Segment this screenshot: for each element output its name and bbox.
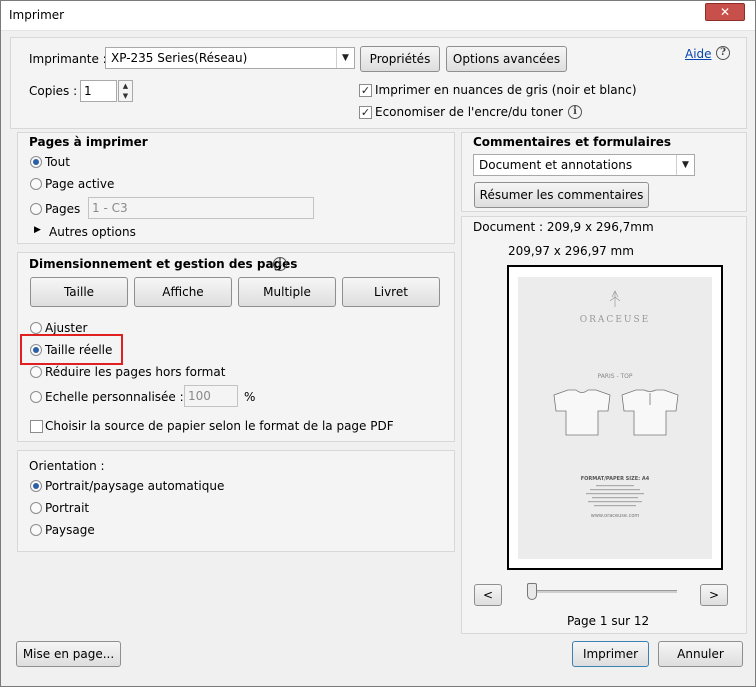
orientation-portrait-label: Portrait <box>45 501 90 515</box>
orientation-landscape-radio[interactable] <box>30 524 42 536</box>
close-button[interactable]: ✕ <box>705 3 745 21</box>
orientation-auto-label: Portrait/paysage automatique <box>45 479 225 493</box>
booklet-tab-button[interactable]: Livret <box>342 277 440 307</box>
page-setup-button[interactable]: Mise en page... <box>16 641 121 667</box>
orientation-landscape-label: Paysage <box>45 523 95 537</box>
orientation-portrait-radio[interactable] <box>30 502 42 514</box>
save-ink-label: Economiser de l'encre/du toner <box>375 105 564 119</box>
printer-select-value: XP-235 Series(Réseau) <box>111 51 248 65</box>
expand-triangle-icon[interactable]: ▶ <box>34 225 41 235</box>
format-line: FORMAT/PAPER SIZE: A4 <box>580 476 650 482</box>
help-icon[interactable]: ? <box>716 46 730 60</box>
pages-range-radio[interactable] <box>30 203 42 215</box>
percent-label: % <box>244 390 256 404</box>
multiple-tab-button[interactable]: Multiple <box>238 277 336 307</box>
choose-paper-label: Choisir la source de papier selon le for… <box>45 419 394 433</box>
comments-select[interactable]: Document et annotations ▼ <box>473 154 695 176</box>
sizing-info-icon[interactable]: i <box>273 257 287 271</box>
fit-label: Ajuster <box>45 321 88 335</box>
title-bar: Imprimer ✕ <box>1 1 755 31</box>
orientation-auto-radio[interactable] <box>30 480 42 492</box>
copies-stepper[interactable]: ▲ ▼ <box>118 80 133 102</box>
custom-scale-label: Echelle personnalisée : <box>45 390 184 404</box>
print-dialog: Imprimer ✕ Imprimante : XP-235 Series(Ré… <box>0 0 756 687</box>
pages-range-label: Pages <box>45 202 81 216</box>
more-options-toggle[interactable]: Autres options <box>49 225 136 239</box>
actual-size-label: Taille réelle <box>45 343 113 357</box>
choose-paper-checkbox[interactable] <box>30 420 43 433</box>
brand-name: ORACEUSE <box>579 315 651 325</box>
info-icon[interactable]: i <box>568 105 582 119</box>
pages-current-label: Page active <box>45 177 115 191</box>
preview-page: ORACEUSE PARIS - TOP FORMAT/PAPER SIZE: … <box>518 277 712 559</box>
pages-current-radio[interactable] <box>30 178 42 190</box>
page-size-label: 209,97 x 296,97 mm <box>508 244 634 258</box>
comments-title: Commentaires et formulaires <box>473 135 672 149</box>
sizing-title: Dimensionnement et gestion des pages <box>29 257 298 271</box>
print-preview: ORACEUSE PARIS - TOP FORMAT/PAPER SIZE: … <box>507 265 723 570</box>
print-button[interactable]: Imprimer <box>572 641 649 667</box>
copies-label: Copies : <box>29 84 78 98</box>
advanced-options-button[interactable]: Options avancées <box>446 46 567 72</box>
fit-radio[interactable] <box>30 322 42 334</box>
copies-input[interactable]: 1 <box>80 80 117 102</box>
page-slider-thumb[interactable] <box>527 583 537 600</box>
chevron-down-icon: ▼ <box>676 155 694 175</box>
page-slider-track[interactable] <box>529 590 677 593</box>
stepper-down-icon[interactable]: ▼ <box>119 91 132 101</box>
window-title: Imprimer <box>9 8 65 22</box>
save-ink-checkbox[interactable]: ✓ <box>359 106 372 119</box>
cancel-button[interactable]: Annuler <box>658 641 743 667</box>
stepper-up-icon[interactable]: ▲ <box>119 81 132 91</box>
summarize-comments-button[interactable]: Résumer les commentaires <box>474 182 649 208</box>
properties-button[interactable]: Propriétés <box>360 46 440 72</box>
actual-size-radio[interactable] <box>30 344 42 356</box>
custom-scale-radio[interactable] <box>30 391 42 403</box>
printer-label: Imprimante : <box>29 52 107 66</box>
pages-range-input[interactable]: 1 - C3 <box>88 197 314 219</box>
chevron-down-icon: ▼ <box>336 48 354 68</box>
help-link[interactable]: Aide <box>685 47 712 61</box>
pages-title: Pages à imprimer <box>29 135 148 149</box>
poster-tab-button[interactable]: Affiche <box>134 277 232 307</box>
shrink-radio[interactable] <box>30 366 42 378</box>
next-page-button[interactable]: > <box>700 584 728 606</box>
custom-scale-input[interactable]: 100 <box>184 385 238 407</box>
page-counter: Page 1 sur 12 <box>567 614 650 628</box>
comments-select-value: Document et annotations <box>479 158 633 172</box>
size-tab-button[interactable]: Taille <box>30 277 128 307</box>
grayscale-label: Imprimer en nuances de gris (noir et bla… <box>375 83 637 97</box>
orientation-title: Orientation : <box>29 459 105 473</box>
pages-all-radio[interactable] <box>30 156 42 168</box>
previous-page-button[interactable]: < <box>474 584 502 606</box>
pages-all-label: Tout <box>45 155 70 169</box>
model-line: PARIS - TOP <box>597 373 633 380</box>
printer-select[interactable]: XP-235 Series(Réseau) ▼ <box>105 47 355 69</box>
document-size-label: Document : 209,9 x 296,7mm <box>473 220 654 234</box>
website-line: www.oraceuse.com <box>590 513 640 519</box>
shrink-label: Réduire les pages hors format <box>45 365 226 379</box>
grayscale-checkbox[interactable]: ✓ <box>359 84 372 97</box>
